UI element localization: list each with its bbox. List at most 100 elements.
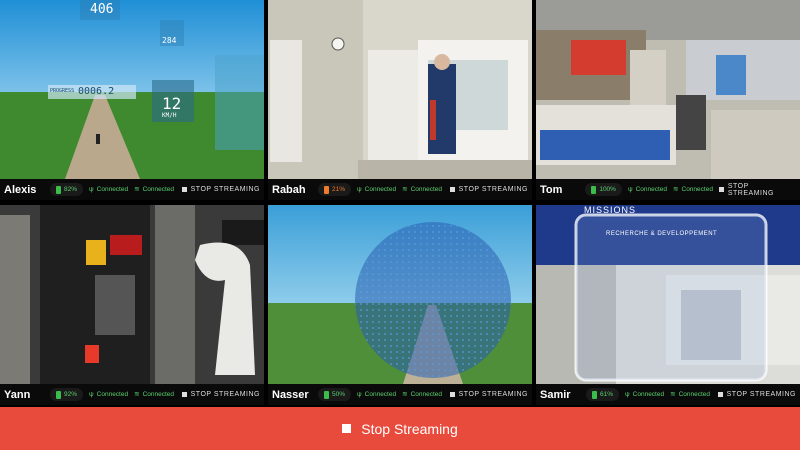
stop-streaming-label: STOP STREAMING [190,391,260,398]
connection-label-b: Connected [142,186,175,193]
connection-label-a: Connected [96,186,129,193]
connection-label-b: Connected [678,391,711,398]
antenna-icon: ψ [357,390,362,398]
battery-icon [56,185,61,194]
connection-status-b: ≋ Connected [134,391,174,399]
antenna-icon: ψ [625,390,630,398]
stream-tile-nasser[interactable]: Nasser 50% ψ Connected ≋ Connected STOP ST… [268,205,532,405]
stop-all-streaming-label: Stop Streaming [361,420,458,437]
connection-status-b: ≋ Connected [673,186,713,194]
stream-tile-tom[interactable]: Tom 100% ψ Connected ≋ Connected STOP STRE… [536,0,800,200]
hud-progress-label: PROGRESS [50,88,75,94]
battery-pill: 61% [586,388,620,401]
stop-icon [449,187,455,192]
battery-level: 21% [332,186,346,193]
battery-pill: 50% [318,388,352,401]
antenna-icon: ψ [357,185,362,193]
stream-name: Samir [540,388,571,401]
wifi-icon: ≋ [402,390,408,398]
antenna-icon: ψ [89,390,94,398]
wifi-icon: ≋ [402,185,408,193]
wifi-icon: ≋ [134,185,140,193]
stop-all-streaming-button[interactable]: Stop Streaming [0,407,800,450]
battery-icon [591,185,597,194]
connection-label-b: Connected [142,391,175,398]
stop-streaming-label: STOP STREAMING [458,391,528,398]
stop-streaming-button[interactable]: STOP STREAMING [181,391,260,398]
battery-pill: 100% [585,183,622,196]
connection-status-a: ψ Connected [628,186,667,194]
stop-icon [181,187,187,192]
battery-level: 61% [600,391,614,398]
stop-streaming-label: STOP STREAMING [190,186,260,193]
lab-scene [268,0,532,179]
stop-icon [718,187,724,192]
runner-figure [96,134,100,144]
battery-low-icon [324,185,329,194]
video-feed[interactable]: 406 284 PROGRESS 0006.2 12 KM/H [0,0,264,179]
connection-status-a: ψ Connected [89,391,128,399]
connection-label-b: Connected [410,391,443,398]
rnd-banner-text: RECHERCHE & DEVELOPPEMENT [606,231,718,237]
stop-streaming-button[interactable]: STOP STREAMING [449,391,528,398]
stream-status-bar: Alexis 82% ψ Connected ≋ Connected STOP ST… [0,179,264,200]
stream-name: Yann [4,388,31,401]
stream-grid: 406 284 PROGRESS 0006.2 12 KM/H Alexis 8… [0,0,800,407]
stop-icon [342,424,352,433]
battery-icon [324,390,329,399]
connection-label-a: Connected [364,186,397,193]
connection-status-a: ψ Connected [357,186,396,194]
stop-streaming-button[interactable]: STOP STREAMING [717,391,796,398]
battery-pill: 82% [50,183,84,196]
field-scene [0,0,264,179]
wifi-icon: ≋ [670,390,676,398]
connection-label-b: Connected [410,186,443,193]
wifi-icon: ≋ [134,390,140,398]
stream-status-bar: Samir 61% ψ Connected ≋ Connected STOP STR… [536,384,800,405]
video-feed[interactable] [268,205,532,384]
stream-tile-samir[interactable]: MISSIONS RECHERCHE & DEVELOPPEMENT Samir… [536,205,800,405]
connection-status-b: ≋ Connected [402,186,442,194]
stream-tile-yann[interactable]: Yann 92% ψ Connected ≋ Connected STOP STRE… [0,205,264,405]
hud-progress-value: 0006.2 [78,86,115,97]
stop-icon [181,392,187,397]
stream-status-bar: Rabah 21% ψ Connected ≋ Connected STOP STR… [268,179,532,200]
battery-pill: 92% [50,388,84,401]
battery-level: 82% [64,186,78,193]
missions-overlay-text: MISSIONS [584,205,637,215]
stream-name: Tom [540,183,563,196]
robot-scene [0,205,264,384]
stream-tile-alexis[interactable]: 406 284 PROGRESS 0006.2 12 KM/H Alexis 8… [0,0,264,200]
video-feed[interactable] [536,0,800,179]
connection-label-a: Connected [632,391,665,398]
antenna-icon: ψ [627,185,633,193]
stop-streaming-label: STOP STREAMING [726,391,796,398]
battery-icon [592,390,597,399]
video-feed[interactable] [0,205,264,384]
stop-streaming-button[interactable]: STOP STREAMING [449,186,528,193]
connection-status-b: ≋ Connected [402,391,442,399]
connection-status-a: ψ Connected [89,186,128,194]
stream-tile-rabah[interactable]: Rabah 21% ψ Connected ≋ Connected STOP STR… [268,0,532,200]
stream-status-bar: Yann 92% ψ Connected ≋ Connected STOP STRE… [0,384,264,405]
connection-label-a: Connected [635,186,668,193]
battery-icon [56,390,61,399]
connection-status-b: ≋ Connected [134,186,174,194]
stream-name: Nasser [272,388,309,401]
stop-streaming-button[interactable]: STOP STREAMING [181,186,260,193]
battery-pill: 21% [318,183,352,196]
stop-icon [717,392,723,397]
hud-right-value: 284 [162,36,177,45]
connection-status-a: ψ Connected [625,391,664,399]
video-feed[interactable] [268,0,532,179]
battery-level: 50% [332,391,346,398]
stop-streaming-button[interactable]: STOP STREAMING [718,182,796,197]
globe-field-scene [268,205,532,384]
stop-streaming-label: STOP STREAMING [727,182,774,197]
stream-name: Alexis [4,183,37,196]
stream-status-bar: Nasser 50% ψ Connected ≋ Connected STOP ST… [268,384,532,405]
hud-speed-value: 12 [162,94,182,113]
video-feed[interactable]: MISSIONS RECHERCHE & DEVELOPPEMENT [536,205,800,384]
stream-status-bar: Tom 100% ψ Connected ≋ Connected STOP STRE… [536,179,800,200]
connection-status-a: ψ Connected [357,391,396,399]
